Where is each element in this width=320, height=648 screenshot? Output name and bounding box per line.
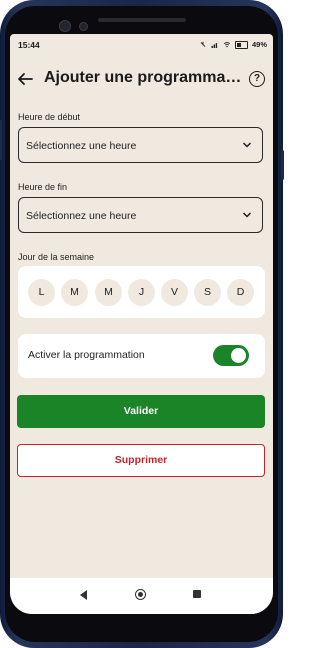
page-title: Ajouter une programmation	[44, 69, 242, 86]
start-time-value: Sélectionnez une heure	[26, 140, 137, 152]
start-time-select[interactable]: Sélectionnez une heure	[18, 127, 263, 163]
start-time-label: Heure de début	[18, 112, 81, 122]
front-camera-icon	[59, 20, 71, 32]
battery-icon	[234, 40, 248, 49]
delete-button[interactable]: Supprimer	[17, 444, 265, 477]
nav-back-icon[interactable]	[80, 590, 87, 600]
help-icon[interactable]: ?	[249, 71, 265, 87]
chevron-down-icon	[242, 142, 252, 148]
day-wednesday[interactable]: M	[95, 279, 122, 306]
submit-button[interactable]: Valider	[17, 395, 265, 428]
chevron-down-icon	[242, 212, 252, 218]
power-button	[281, 150, 284, 180]
sensor-icon	[79, 22, 88, 31]
end-time-value: Sélectionnez une heure	[26, 210, 137, 222]
schedule-toggle-switch[interactable]	[213, 345, 249, 366]
day-saturday[interactable]: S	[194, 279, 221, 306]
schedule-toggle-label: Activer la programmation	[28, 349, 145, 361]
nav-home-icon[interactable]	[135, 589, 146, 600]
signal-icon	[211, 43, 218, 48]
day-monday[interactable]: L	[28, 279, 55, 306]
app-screen: 15:44 49% Ajouter une programmation ? He…	[10, 34, 273, 614]
status-time: 15:44	[18, 40, 40, 50]
phone-frame: 15:44 49% Ajouter une programmation ? He…	[0, 0, 284, 648]
speaker-grille	[97, 18, 186, 22]
end-time-select[interactable]: Sélectionnez une heure	[18, 197, 263, 233]
battery-level: 49%	[251, 40, 267, 49]
mute-icon	[200, 41, 206, 47]
schedule-toggle-card: Activer la programmation	[18, 334, 265, 378]
nav-recents-icon[interactable]	[193, 590, 201, 598]
volume-button	[0, 120, 2, 160]
day-sunday[interactable]: D	[227, 279, 254, 306]
day-friday[interactable]: V	[161, 279, 188, 306]
end-time-label: Heure de fin	[18, 182, 68, 192]
status-icons: 49%	[199, 40, 267, 49]
weekdays-label: Jour de la semaine	[18, 252, 95, 262]
back-arrow-icon[interactable]	[16, 70, 34, 88]
day-thursday[interactable]: J	[128, 279, 155, 306]
wifi-icon	[223, 41, 231, 48]
page-header: Ajouter une programmation ?	[10, 64, 273, 94]
weekday-selector: L M M J V S D	[18, 266, 265, 318]
day-tuesday[interactable]: M	[61, 279, 88, 306]
system-nav-bar	[10, 578, 273, 614]
status-bar: 15:44 49%	[10, 34, 273, 56]
